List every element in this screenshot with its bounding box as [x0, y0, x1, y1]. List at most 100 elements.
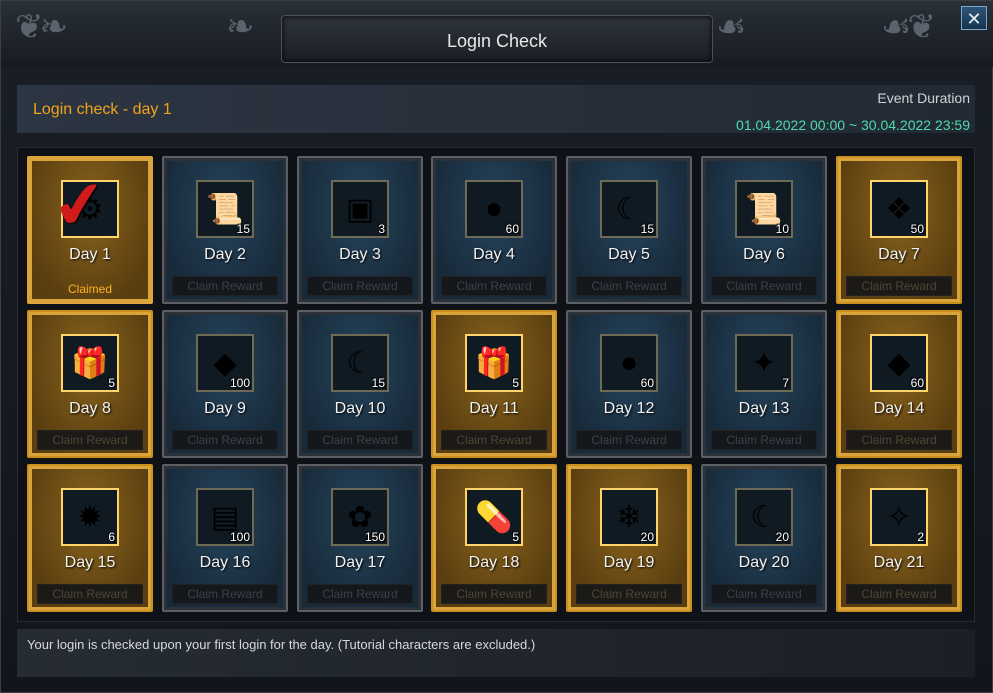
claim-reward-button[interactable]: Claim Reward — [307, 584, 413, 604]
reward-item-slot[interactable]: ✹ 6 — [61, 488, 119, 546]
claimed-check-icon: ✔ — [48, 165, 112, 245]
reward-item-slot[interactable]: ☾ 20 — [735, 488, 793, 546]
item-quantity: 60 — [910, 376, 924, 390]
day-card[interactable]: ✦ 7 Day 13 Claim Reward — [701, 310, 827, 458]
claimed-status: Claimed — [67, 282, 112, 296]
day-label: Day 11 — [469, 400, 519, 417]
item-quantity: 60 — [505, 222, 519, 236]
day-card[interactable]: ● 60 Day 4 Claim Reward — [431, 156, 557, 304]
close-button[interactable]: ✕ — [961, 6, 987, 30]
claim-reward-button[interactable]: Claim Reward — [441, 430, 547, 450]
reward-item-slot[interactable]: ☾ 15 — [331, 334, 389, 392]
event-dates: 01.04.2022 00:00 ~ 30.04.2022 23:59 — [736, 117, 970, 133]
claim-reward-button[interactable]: Claim Reward — [37, 430, 143, 450]
claim-reward-button[interactable]: Claim Reward — [172, 430, 278, 450]
reward-item-slot[interactable]: ✧ 2 — [870, 488, 928, 546]
reward-item-slot[interactable]: 📜 15 — [196, 180, 254, 238]
reward-item-slot[interactable]: ☾ 15 — [600, 180, 658, 238]
claim-reward-button[interactable]: Claim Reward — [576, 276, 682, 296]
day-label: Day 7 — [878, 246, 920, 263]
footer: Your login is checked upon your first lo… — [17, 629, 975, 677]
reward-item-slot[interactable]: 💊 5 — [465, 488, 523, 546]
item-quantity: 15 — [640, 222, 654, 236]
day-card[interactable]: ✹ 6 Day 15 Claim Reward — [27, 464, 153, 612]
claim-reward-button[interactable]: Claim Reward — [711, 584, 817, 604]
day-label: Day 4 — [473, 246, 515, 263]
day-card[interactable]: ☾ 20 Day 20 Claim Reward — [701, 464, 827, 612]
claim-reward-button[interactable]: Claim Reward — [711, 276, 817, 296]
day-label: Day 16 — [199, 554, 251, 571]
claim-reward-button[interactable]: Claim Reward — [172, 584, 278, 604]
day-card[interactable]: ☾ 15 Day 10 Claim Reward — [297, 310, 423, 458]
reward-item-slot[interactable]: 🎁 5 — [465, 334, 523, 392]
day-label: Day 17 — [334, 554, 386, 571]
claim-reward-button[interactable]: Claim Reward — [441, 276, 547, 296]
claim-reward-button[interactable]: Claim Reward — [307, 276, 413, 296]
reward-item-slot[interactable]: ◆ 60 — [870, 334, 928, 392]
day-card[interactable]: ● 60 Day 12 Claim Reward — [566, 310, 692, 458]
day-card[interactable]: 📜 15 Day 2 Claim Reward — [162, 156, 288, 304]
reward-item-slot[interactable]: ▤ 100 — [196, 488, 254, 546]
claim-reward-button[interactable]: Claim Reward — [37, 584, 143, 604]
reward-item-slot[interactable]: ● 60 — [465, 180, 523, 238]
day-label: Day 19 — [603, 554, 655, 571]
item-quantity: 20 — [775, 530, 789, 544]
chest-icon: ▣ — [345, 192, 375, 226]
day-card[interactable]: 💊 5 Day 18 Claim Reward — [431, 464, 557, 612]
claim-reward-button[interactable]: Claim Reward — [441, 584, 547, 604]
item-quantity: 50 — [910, 222, 924, 236]
day-label: Day 3 — [339, 246, 381, 263]
day-card[interactable]: ▣ 3 Day 3 Claim Reward — [297, 156, 423, 304]
day-label: Day 12 — [603, 400, 655, 417]
day-card[interactable]: ❄ 20 Day 19 Claim Reward — [566, 464, 692, 612]
rainbow-gem-icon: ✦ — [751, 346, 777, 380]
claim-reward-button[interactable]: Claim Reward — [846, 584, 952, 604]
claim-reward-button[interactable]: Claim Reward — [846, 430, 952, 450]
day-card[interactable]: 📜 10 Day 6 Claim Reward — [701, 156, 827, 304]
login-day-text: Login check - day 1 — [33, 101, 172, 118]
day-label: Day 20 — [738, 554, 790, 571]
reward-item-slot[interactable]: ◆ 100 — [196, 334, 254, 392]
footer-note: Your login is checked upon your first lo… — [27, 637, 536, 652]
day-label: Day 13 — [738, 400, 790, 417]
day-label: Day 18 — [468, 554, 520, 571]
day-card[interactable]: ◆ 100 Day 9 Claim Reward — [162, 310, 288, 458]
left-dragon-ornament-icon: ❧ — [226, 8, 254, 46]
green-gift-icon: 🎁 — [475, 346, 513, 380]
window-header: ❦❧ ❧ ☙ ☙❦ Login Check ✕ — [1, 1, 993, 67]
day-card[interactable]: ✧ 2 Day 21 Claim Reward — [836, 464, 962, 612]
item-quantity: 2 — [917, 530, 924, 544]
right-dragon-ornament-icon: ☙ — [716, 8, 747, 46]
claim-reward-button[interactable]: Claim Reward — [307, 430, 413, 450]
day-card[interactable]: 🎁 5 Day 8 Claim Reward — [27, 310, 153, 458]
day-card[interactable]: ✿ 150 Day 17 Claim Reward — [297, 464, 423, 612]
claim-reward-button[interactable]: Claim Reward — [576, 430, 682, 450]
claim-reward-button[interactable]: Claim Reward — [172, 276, 278, 296]
day-card[interactable]: ▤ 100 Day 16 Claim Reward — [162, 464, 288, 612]
item-quantity: 100 — [229, 530, 250, 544]
reward-item-slot[interactable]: ▣ 3 — [331, 180, 389, 238]
left-ornament-icon: ❦❧ — [15, 8, 68, 46]
day-label: Day 8 — [69, 400, 111, 417]
day-card[interactable]: ◆ 60 Day 14 Claim Reward — [836, 310, 962, 458]
claim-reward-button[interactable]: Claim Reward — [576, 584, 682, 604]
day-card[interactable]: ⚙ ✔ Day 1 Claimed — [27, 156, 153, 304]
reward-item-slot[interactable]: ❄ 20 — [600, 488, 658, 546]
item-quantity: 150 — [364, 530, 385, 544]
day-card[interactable]: ☾ 15 Day 5 Claim Reward — [566, 156, 692, 304]
day-label: Day 9 — [204, 400, 246, 417]
reward-item-slot[interactable]: 🎁 5 — [61, 334, 119, 392]
title-plate: Login Check — [281, 15, 713, 63]
day-card[interactable]: 🎁 5 Day 11 Claim Reward — [431, 310, 557, 458]
claim-reward-button[interactable]: Claim Reward — [711, 430, 817, 450]
day-label: Day 5 — [608, 246, 650, 263]
reward-item-slot[interactable]: ❖ 50 — [870, 180, 928, 238]
claim-reward-button[interactable]: Claim Reward — [846, 276, 952, 296]
reward-item-slot[interactable]: ● 60 — [600, 334, 658, 392]
day-card[interactable]: ❖ 50 Day 7 Claim Reward — [836, 156, 962, 304]
day-label: Day 6 — [743, 246, 785, 263]
reward-item-slot[interactable]: ✿ 150 — [331, 488, 389, 546]
item-quantity: 100 — [229, 376, 250, 390]
reward-item-slot[interactable]: ✦ 7 — [735, 334, 793, 392]
reward-item-slot[interactable]: 📜 10 — [735, 180, 793, 238]
